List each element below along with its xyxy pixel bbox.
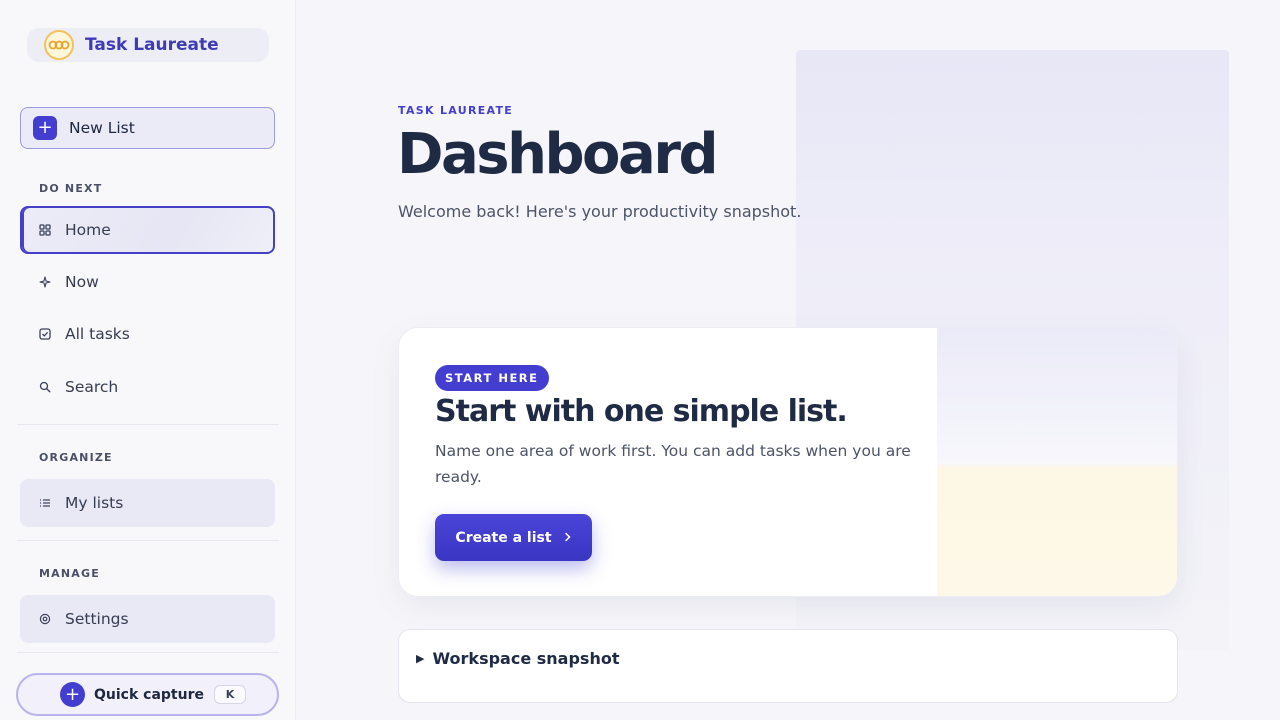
card-decoration (937, 328, 1177, 596)
grid-icon (38, 223, 52, 237)
sidebar-item-my-lists[interactable]: My lists (20, 479, 275, 527)
start-card: START HERE Start with one simple list. N… (398, 327, 1178, 597)
sidebar: Task Laureate + New List DO NEXT Home No… (0, 0, 296, 720)
plus-icon: + (33, 116, 57, 140)
shortcut-badge: K (213, 685, 246, 704)
snapshot-label: Workspace snapshot (432, 649, 620, 668)
brand-logo-icon (44, 30, 74, 60)
sidebar-item-home[interactable]: Home (20, 206, 275, 254)
create-list-label: Create a list (455, 529, 552, 546)
card-title: Start with one simple list. (435, 394, 848, 429)
sidebar-item-label: My lists (65, 494, 124, 512)
page-eyebrow: TASK LAUREATE (398, 104, 514, 117)
app-root: Task Laureate + New List DO NEXT Home No… (0, 0, 1280, 720)
sidebar-item-label: Settings (65, 610, 129, 628)
plus-icon: + (60, 682, 85, 707)
triangle-right-icon: ▶ (416, 652, 425, 665)
page-subtitle: Welcome back! Here's your productivity s… (398, 202, 802, 221)
card-description: Name one area of work first. You can add… (435, 442, 911, 486)
brand-name: Task Laureate (85, 35, 219, 55)
sidebar-divider (17, 424, 279, 425)
sidebar-item-all-tasks[interactable]: All tasks (20, 310, 275, 358)
quick-capture-button[interactable]: + Quick capture K (16, 673, 279, 716)
settings-icon (38, 612, 52, 626)
workspace-snapshot-disclosure[interactable]: ▶ Workspace snapshot (398, 629, 1178, 703)
new-list-button[interactable]: + New List (20, 107, 275, 149)
sidebar-item-settings[interactable]: Settings (20, 595, 275, 643)
search-icon (38, 380, 52, 394)
sidebar-item-search[interactable]: Search (20, 363, 275, 411)
sidebar-divider (17, 652, 279, 653)
sidebar-item-now[interactable]: Now (20, 258, 275, 306)
brand[interactable]: Task Laureate (27, 28, 269, 62)
list-icon (38, 496, 52, 510)
snapshot-summary[interactable]: ▶ Workspace snapshot (416, 649, 619, 668)
new-list-label: New List (69, 119, 135, 137)
create-list-button[interactable]: Create a list (435, 514, 592, 561)
main-content: TASK LAUREATE Dashboard Welcome back! He… (296, 0, 1280, 720)
section-label-manage: MANAGE (39, 567, 100, 580)
sidebar-item-label: All tasks (65, 325, 130, 343)
sparkle-icon (38, 275, 52, 289)
page-title: Dashboard (397, 122, 719, 187)
checkbox-icon (38, 327, 52, 341)
sidebar-divider (17, 540, 279, 541)
sidebar-item-label: Home (65, 221, 111, 239)
start-here-badge: START HERE (435, 365, 549, 391)
section-label-organize: ORGANIZE (39, 451, 113, 464)
quick-capture-label: Quick capture (94, 686, 204, 703)
sidebar-item-label: Now (65, 273, 99, 291)
chevron-right-icon (564, 530, 572, 546)
sidebar-item-label: Search (65, 378, 119, 396)
section-label-do-next: DO NEXT (39, 182, 103, 195)
